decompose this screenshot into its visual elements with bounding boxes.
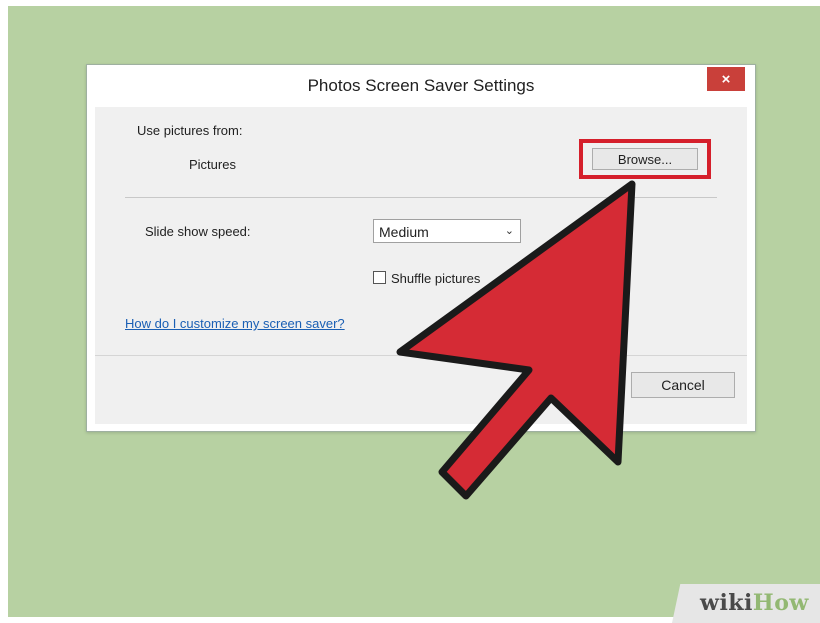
wikihow-logo-wiki: wiki (700, 590, 753, 616)
wikihow-logo: wikiHow (700, 590, 809, 616)
wikihow-logo-how: How (752, 590, 809, 616)
pointer-arrow-icon (396, 180, 636, 500)
arrow-shape (396, 180, 636, 500)
